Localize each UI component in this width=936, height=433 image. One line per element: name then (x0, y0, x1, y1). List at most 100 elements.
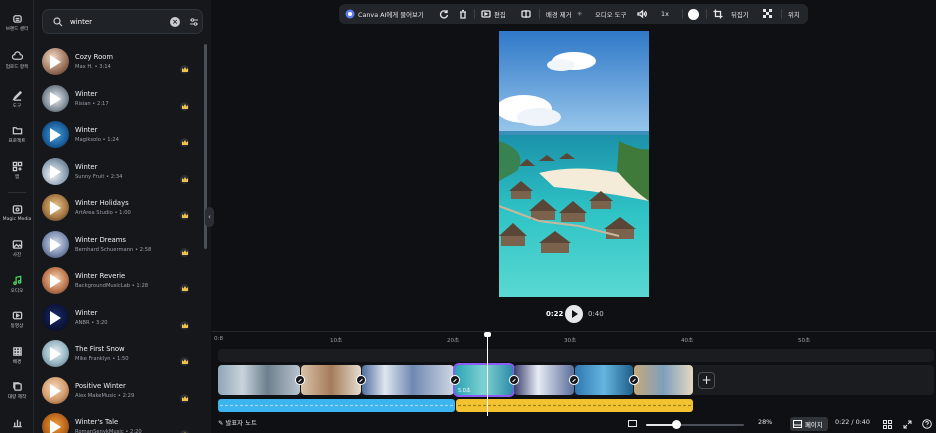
volume-button[interactable] (637, 4, 647, 24)
rail-backgrounds[interactable]: 배경 (0, 339, 34, 371)
rail-magic-media[interactable]: Magic Media (0, 197, 34, 229)
transition-icon[interactable] (629, 375, 639, 385)
transition-icon[interactable] (295, 375, 305, 385)
play-icon[interactable] (50, 201, 61, 215)
track-list-item[interactable]: Winter Holidays ArtArea Studio • 1:00 (34, 190, 202, 226)
audio-track-yellow[interactable] (456, 399, 693, 412)
play-icon[interactable] (50, 237, 61, 252)
play-icon[interactable] (50, 164, 61, 179)
sparkle-icon: ✳ (577, 10, 583, 18)
track-list-item[interactable]: Winter Reverie BackgroundMusicLab • 1:28 (34, 263, 202, 299)
remove-background-button[interactable]: 배경 제거 (546, 4, 572, 24)
rail-label: 오디오 (10, 288, 24, 294)
track-list-item[interactable]: Positive Winter Alex MakeMusic • 2:29 (34, 373, 202, 409)
split-icon (521, 10, 531, 18)
track-thumbnail[interactable] (42, 303, 69, 331)
transparency-button[interactable] (763, 4, 773, 24)
notes-button[interactable]: ✎ 발표자 노트 (218, 418, 257, 427)
color-button[interactable] (688, 4, 699, 24)
rail-brand-center[interactable]: 브랜드 센터 (0, 6, 34, 38)
split-button[interactable] (521, 4, 531, 24)
video-clip[interactable] (514, 365, 574, 395)
screen-icon[interactable] (628, 420, 637, 428)
rail-photos[interactable]: 사진 (0, 232, 34, 264)
video-preview[interactable] (499, 31, 649, 297)
crop-button[interactable] (713, 4, 723, 24)
track-thumbnail[interactable] (42, 48, 69, 75)
rail-label: Magic Media (2, 217, 32, 222)
audio-tools-button[interactable]: 오디오 도구 (595, 4, 626, 24)
play-icon[interactable] (50, 128, 61, 142)
video-clip[interactable] (362, 365, 454, 395)
track-list-item[interactable]: Winter's Tale RomanSenykMusic • 2:20 (34, 409, 202, 433)
filter-icon[interactable] (189, 17, 199, 27)
play-icon[interactable] (50, 347, 61, 361)
clear-search-icon[interactable]: × (170, 17, 180, 27)
empty-track-lane[interactable] (218, 349, 934, 362)
track-thumbnail[interactable] (42, 413, 69, 433)
track-list-item[interactable]: The First Snow Mike Franklyn • 1:50 (34, 336, 202, 372)
track-thumbnail[interactable] (42, 121, 69, 148)
play-button[interactable] (565, 305, 583, 323)
track-thumbnail[interactable] (42, 157, 69, 185)
track-list-item[interactable]: Winter ANBR • 3:20 (34, 300, 202, 336)
track-title: Cozy Room (75, 53, 114, 61)
video-clip[interactable] (634, 365, 693, 395)
audio-track-blue[interactable] (218, 399, 455, 412)
selected-video-clip[interactable]: 5.0초 (453, 363, 515, 397)
play-icon[interactable] (50, 55, 61, 69)
time-tick: 20초 (447, 338, 460, 344)
transition-icon[interactable] (356, 375, 366, 385)
track-title: The First Snow (75, 345, 125, 353)
transition-icon[interactable] (450, 375, 460, 385)
edit-button[interactable]: 편집 (481, 4, 506, 24)
folder-icon (12, 126, 22, 134)
play-icon[interactable] (50, 310, 61, 325)
track-thumbnail[interactable] (42, 84, 69, 112)
video-clip[interactable] (218, 365, 300, 395)
video-clip[interactable] (575, 365, 633, 395)
add-clip-button[interactable]: + (698, 372, 715, 389)
search-input[interactable] (70, 14, 160, 30)
rail-apps[interactable]: 앱 (0, 154, 34, 186)
position-button[interactable]: 위치 (788, 4, 800, 24)
track-thumbnail[interactable] (42, 194, 69, 221)
help-icon[interactable] (922, 419, 932, 429)
rail-video[interactable]: 동영상 (0, 303, 34, 335)
rail-bulk-create[interactable]: 대량 제작 (0, 374, 34, 406)
track-thumbnail[interactable] (42, 376, 69, 404)
track-list-item[interactable]: Winter Dreams Bernhard Schuermann • 2:58 (34, 227, 202, 263)
track-thumbnail[interactable] (42, 230, 69, 258)
grid-view-icon[interactable] (883, 420, 892, 429)
pages-button[interactable]: 페이지 (790, 417, 828, 431)
flip-button[interactable]: 뒤집기 (731, 4, 749, 24)
rail-audio[interactable]: 오디오 (0, 268, 34, 300)
track-list-item[interactable]: Winter Magiksolo • 1:24 (34, 117, 202, 153)
track-list-item[interactable]: Cozy Room Max H. • 3:14 (34, 44, 202, 80)
rail-projects[interactable]: 프로젝트 (0, 118, 34, 150)
rail-charts[interactable] (0, 406, 34, 433)
rail-tools[interactable]: 도구 (0, 83, 34, 115)
ask-canva-ai-button[interactable]: Canva AI에게 물어보기 (345, 4, 424, 24)
rail-uploads[interactable]: 업로드 항목 (0, 44, 34, 76)
track-thumbnail[interactable] (42, 340, 69, 367)
track-thumbnail[interactable] (42, 267, 69, 294)
track-list-item[interactable]: Winter Sunny Fruit • 2:34 (34, 154, 202, 190)
transition-icon[interactable] (569, 375, 579, 385)
delete-button[interactable] (458, 4, 468, 24)
play-icon[interactable] (50, 91, 61, 106)
play-icon[interactable] (50, 274, 61, 288)
zoom-percent[interactable]: 28% (758, 418, 772, 426)
search-box[interactable]: × (42, 9, 203, 34)
replace-button[interactable] (439, 4, 449, 24)
zoom-slider-handle[interactable] (672, 420, 681, 429)
play-icon[interactable] (50, 420, 61, 433)
video-clip[interactable] (301, 365, 361, 395)
speed-button[interactable]: 1x (661, 4, 669, 24)
track-list-item[interactable]: Winter Risian • 2:17 (34, 81, 202, 117)
video-play-icon (12, 311, 22, 319)
fullscreen-icon[interactable] (903, 420, 912, 429)
play-icon[interactable] (50, 383, 61, 398)
playhead[interactable] (484, 332, 491, 416)
transition-icon[interactable] (509, 375, 519, 385)
